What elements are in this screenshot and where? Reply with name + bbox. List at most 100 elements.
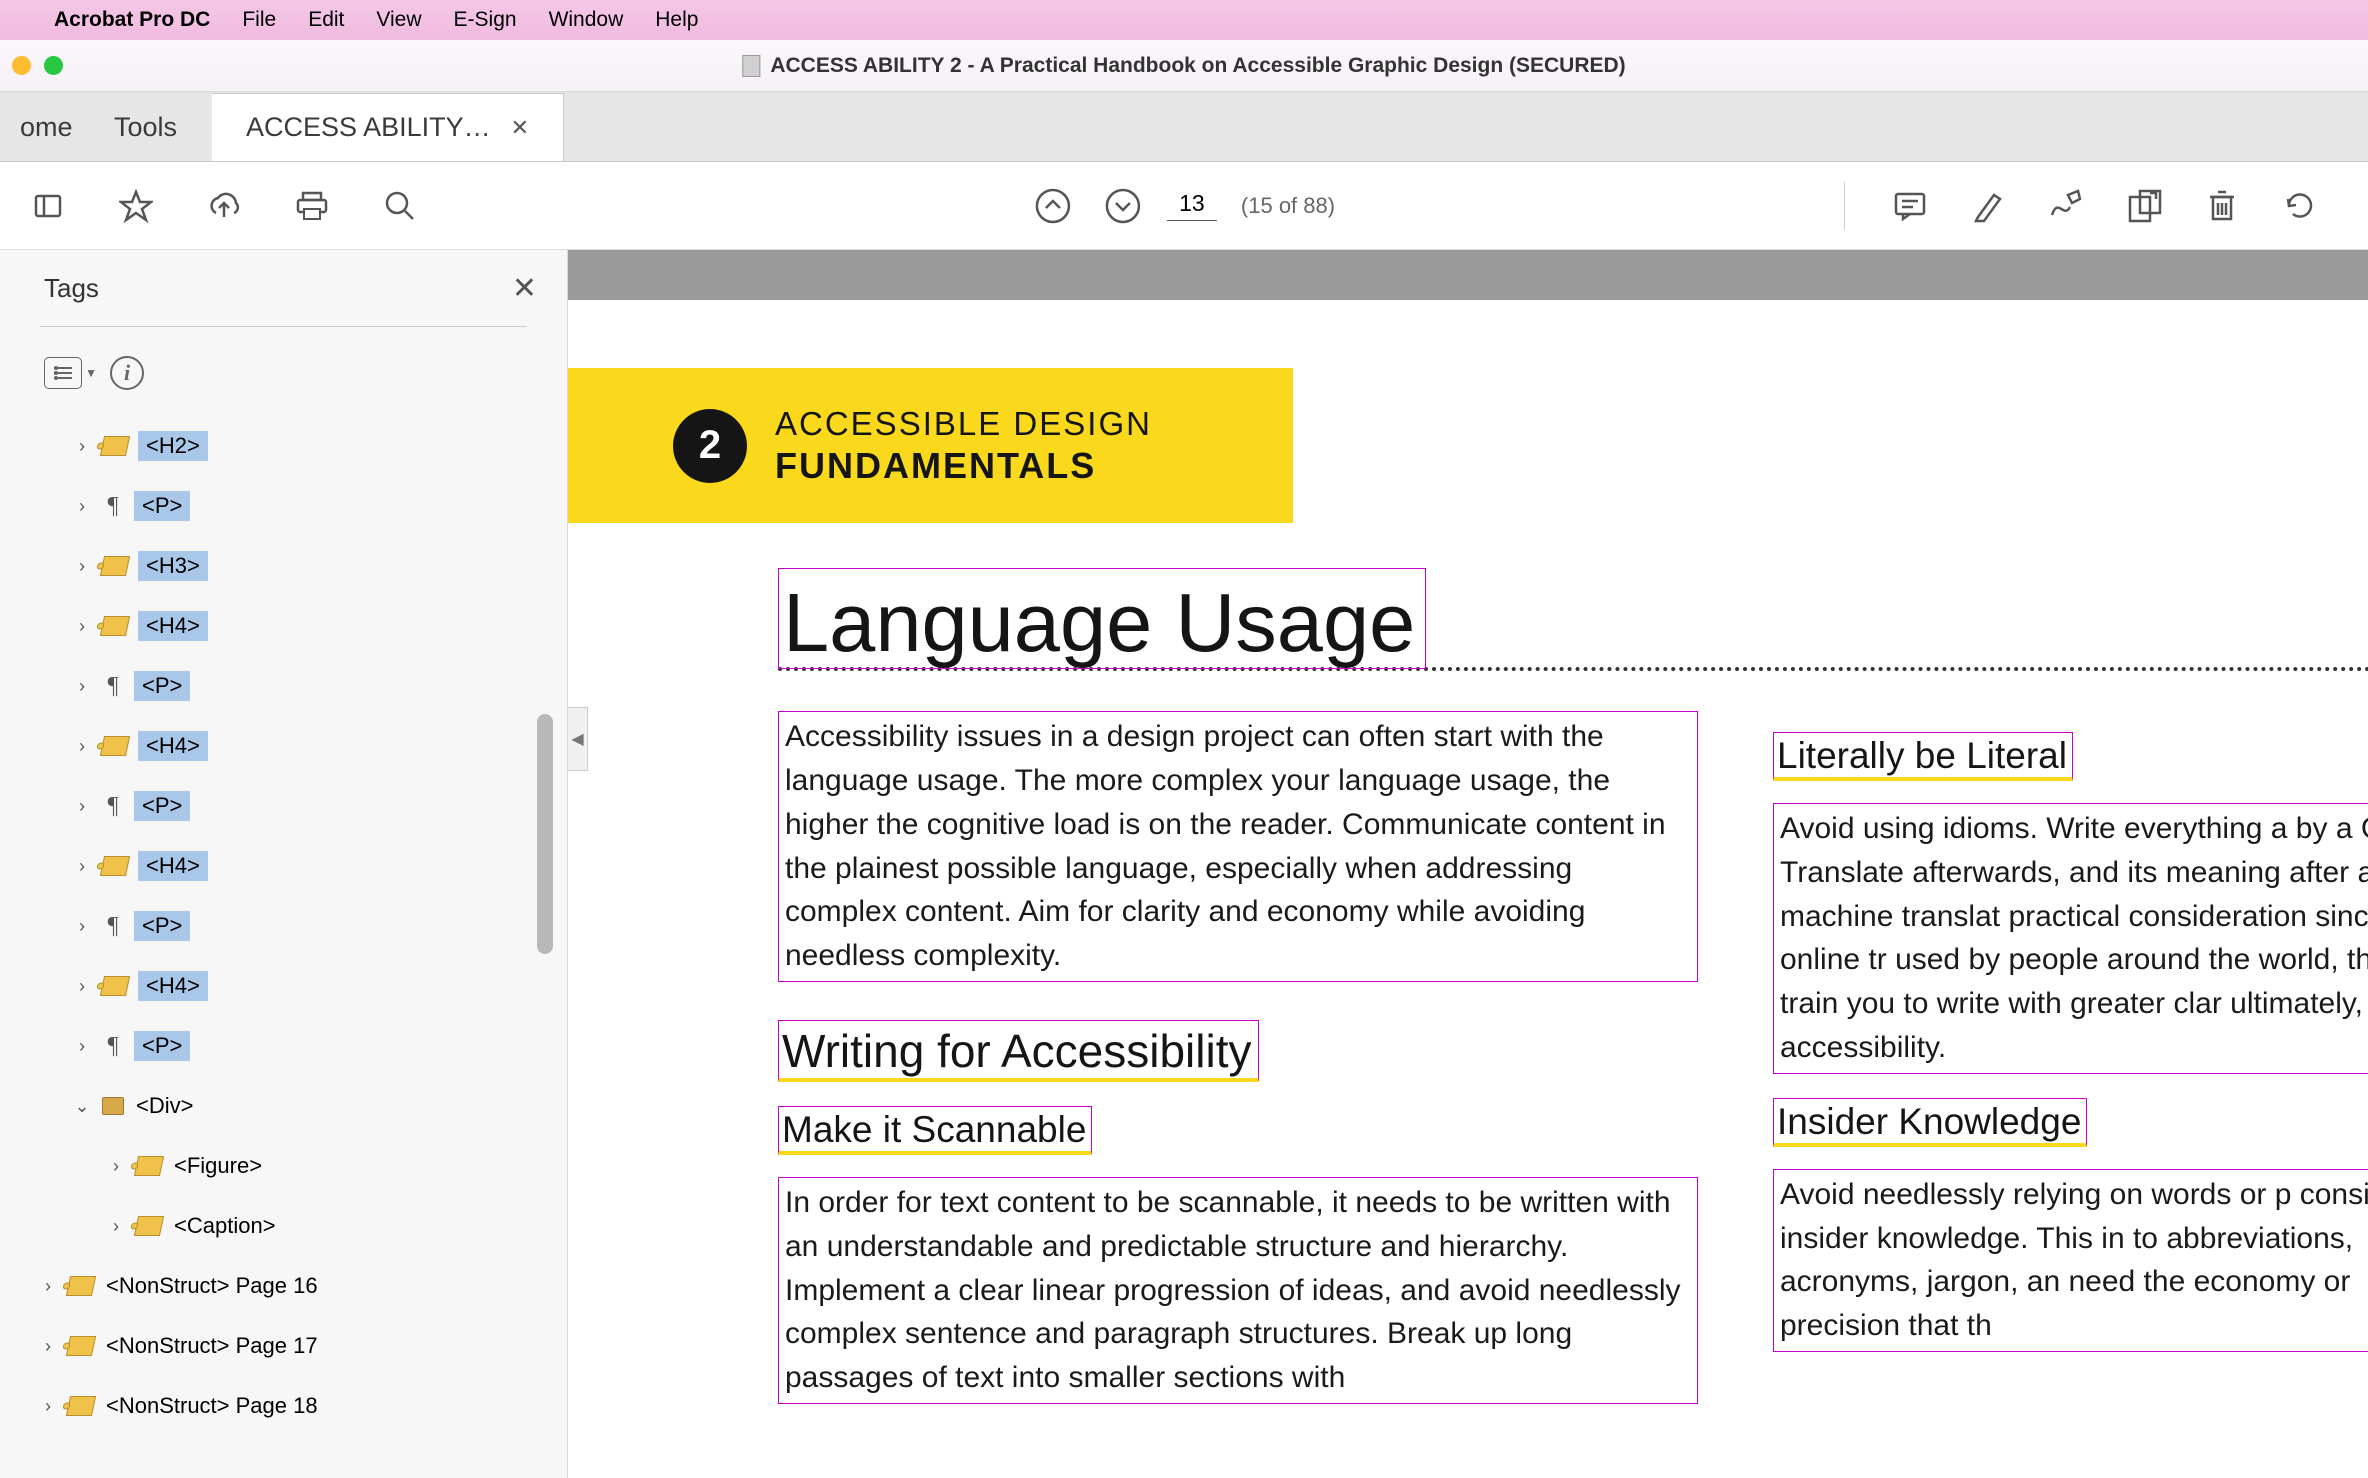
panel-collapse-handle[interactable]: ◀ <box>568 707 588 771</box>
tab-tools[interactable]: Tools <box>80 93 212 161</box>
chevron-right-icon[interactable]: › <box>72 796 92 817</box>
tags-tree[interactable]: ›<H2>›¶<P>›<H3>›<H4>›¶<P>›<H4>›¶<P>›<H4>… <box>0 404 567 1478</box>
tag-tree-item[interactable]: ›<H4> <box>8 716 567 776</box>
toolbar-left-group <box>20 188 418 224</box>
tag-label: <P> <box>134 791 190 821</box>
chevron-right-icon[interactable]: › <box>72 556 92 577</box>
tag-icon <box>100 616 130 636</box>
print-icon[interactable] <box>294 188 330 224</box>
menu-view[interactable]: View <box>376 8 421 32</box>
chevron-right-icon[interactable]: › <box>72 916 92 937</box>
tag-tree-item[interactable]: ›<NonStruct> Page 18 <box>8 1376 567 1436</box>
close-tags-panel-icon[interactable]: ✕ <box>512 271 537 306</box>
tag-icon <box>66 1336 96 1356</box>
chevron-right-icon[interactable]: › <box>38 1336 58 1357</box>
chevron-right-icon[interactable]: › <box>106 1156 126 1177</box>
main-area: Tags ✕ ▼ i ›<H2>›¶<P>›<H3>›<H4>›¶<P>›<H4… <box>0 250 2368 1478</box>
heading-h4-col2-2: Insider Knowledge <box>1773 1098 2087 1147</box>
menu-edit[interactable]: Edit <box>308 8 344 32</box>
page-heading: Language Usage <box>778 568 1426 669</box>
tag-label: <Div> <box>134 1091 195 1121</box>
tags-info-button[interactable]: i <box>110 356 144 390</box>
search-icon[interactable] <box>382 188 418 224</box>
tags-options-button[interactable]: ▼ <box>44 357 82 389</box>
close-tab-icon[interactable]: ✕ <box>511 115 529 141</box>
tags-header-divider <box>40 326 527 327</box>
menu-file[interactable]: File <box>242 8 276 32</box>
chevron-right-icon[interactable]: › <box>38 1276 58 1297</box>
document-tabs: ome Tools ACCESS ABILITY… ✕ <box>0 92 2368 162</box>
chevron-right-icon[interactable]: › <box>72 976 92 997</box>
highlight-icon[interactable] <box>1970 188 2006 224</box>
rotate-icon[interactable] <box>2282 188 2318 224</box>
menu-window[interactable]: Window <box>549 8 624 32</box>
tag-label: <H4> <box>138 851 208 881</box>
tag-tree-item[interactable]: ›¶<P> <box>8 896 567 956</box>
tag-tree-item[interactable]: ›<NonStruct> Page 17 <box>8 1316 567 1376</box>
app-name-menu[interactable]: Acrobat Pro DC <box>54 8 210 32</box>
window-title: ACCESS ABILITY 2 - A Practical Handbook … <box>742 54 1625 78</box>
content-column-1: Language Usage Accessibility issues in a… <box>778 568 1698 1404</box>
toolbar-page-nav: (15 of 88) <box>1033 186 1335 226</box>
chevron-right-icon[interactable]: › <box>72 856 92 877</box>
chevron-right-icon[interactable]: › <box>38 1396 58 1417</box>
chevron-right-icon[interactable]: › <box>72 1036 92 1057</box>
scrollbar-thumb[interactable] <box>537 714 553 954</box>
document-view[interactable]: 2 ACCESSIBLE DESIGN FUNDAMENTALS Languag… <box>568 250 2368 1478</box>
chevron-right-icon[interactable]: › <box>72 676 92 697</box>
page-up-button[interactable] <box>1033 186 1073 226</box>
tab-home[interactable]: ome <box>0 93 80 161</box>
chevron-right-icon[interactable]: › <box>106 1216 126 1237</box>
sidebar-toggle-icon[interactable] <box>30 188 66 224</box>
menu-esign[interactable]: E-Sign <box>454 8 517 32</box>
tag-tree-item[interactable]: ›¶<P> <box>8 476 567 536</box>
tag-label: <H3> <box>138 551 208 581</box>
dropdown-caret-icon: ▼ <box>85 366 97 380</box>
tag-tree-item[interactable]: ›<NonStruct> Page 16 <box>8 1256 567 1316</box>
section-number-badge: 2 <box>673 409 747 483</box>
paragraph-icon: ¶ <box>102 913 124 940</box>
tag-tree-item[interactable]: ›¶<P> <box>8 776 567 836</box>
menu-help[interactable]: Help <box>655 8 698 32</box>
window-title-text: ACCESS ABILITY 2 - A Practical Handbook … <box>770 54 1625 78</box>
tag-tree-item[interactable]: › <Caption> <box>8 1196 567 1256</box>
chevron-right-icon[interactable]: › <box>72 496 92 517</box>
star-icon[interactable] <box>118 188 154 224</box>
toolbar-divider <box>1844 182 1845 230</box>
paragraph-icon: ¶ <box>102 493 124 520</box>
minimize-button[interactable] <box>12 56 31 75</box>
tags-panel: Tags ✕ ▼ i ›<H2>›¶<P>›<H3>›<H4>›¶<P>›<H4… <box>0 250 568 1478</box>
cloud-upload-icon[interactable] <box>206 188 242 224</box>
chevron-right-icon[interactable]: › <box>72 736 92 757</box>
delete-icon[interactable] <box>2204 188 2240 224</box>
edit-pdf-icon[interactable] <box>2126 188 2162 224</box>
tag-tree-item[interactable]: ›<H4> <box>8 596 567 656</box>
tag-tree-item[interactable]: ›¶<P> <box>8 656 567 716</box>
banner-line-1: ACCESSIBLE DESIGN <box>775 405 1152 443</box>
zoom-button[interactable] <box>44 56 63 75</box>
tag-tree-item[interactable]: ›<H2> <box>8 416 567 476</box>
tag-tree-item[interactable]: › <H4> <box>8 836 567 896</box>
tag-label: <H4> <box>138 971 208 1001</box>
sign-icon[interactable] <box>2048 188 2084 224</box>
pdf-icon <box>742 55 760 77</box>
page-down-button[interactable] <box>1103 186 1143 226</box>
comment-icon[interactable] <box>1892 188 1928 224</box>
chevron-right-icon[interactable]: › <box>72 616 92 637</box>
tag-tree-item[interactable]: ›¶<P> <box>8 1016 567 1076</box>
paragraph-col2-1: Avoid using idioms. Write everything a b… <box>1773 803 2368 1074</box>
tag-label: <Caption> <box>172 1211 278 1241</box>
heading-h4-1: Make it Scannable <box>778 1106 1092 1155</box>
tag-tree-item[interactable]: ›<Figure> <box>8 1136 567 1196</box>
tag-tree-item[interactable]: › <H4> <box>8 956 567 1016</box>
content-column-2: Literally be Literal Avoid using idioms.… <box>1773 732 2368 1352</box>
section-banner: 2 ACCESSIBLE DESIGN FUNDAMENTALS <box>568 368 1293 523</box>
tag-tree-item[interactable]: ⌄ <Div> <box>8 1076 567 1136</box>
tag-tree-item[interactable]: › <H3> <box>8 536 567 596</box>
tags-panel-header: Tags ✕ <box>0 250 567 326</box>
tab-document-label: ACCESS ABILITY… <box>246 112 491 143</box>
page-number-input[interactable] <box>1167 190 1217 221</box>
tab-document-active[interactable]: ACCESS ABILITY… ✕ <box>212 93 564 161</box>
chevron-down-icon[interactable]: ⌄ <box>72 1096 92 1117</box>
chevron-right-icon[interactable]: › <box>72 436 92 457</box>
